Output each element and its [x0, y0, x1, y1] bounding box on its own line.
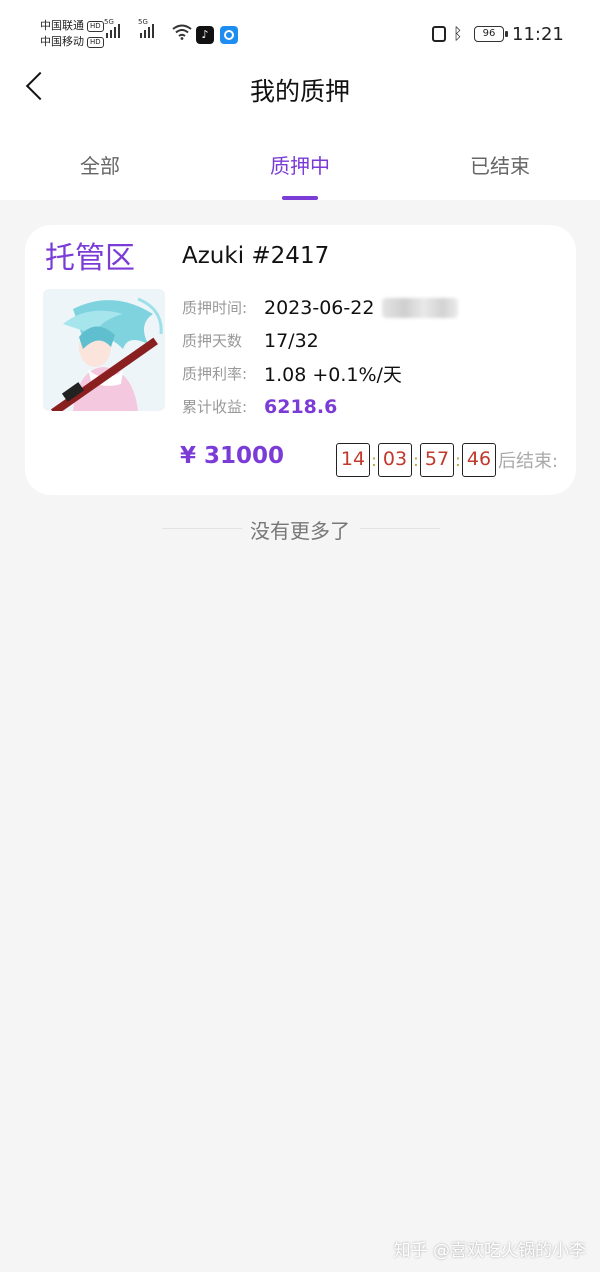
stake-time-row: 质押时间: 2023-06-22 [182, 291, 459, 324]
nft-title: Azuki #2417 [182, 243, 330, 269]
stake-rate-value: 1.08 +0.1%/天 [264, 364, 402, 386]
nft-thumbnail [43, 289, 165, 411]
price: ¥ 31000 [180, 443, 285, 469]
signal-icon: 5G [104, 18, 120, 38]
carrier-1: 中国联通 [40, 19, 84, 32]
no-more-indicator: 没有更多了 [0, 512, 600, 544]
stake-rate-row: 质押利率: 1.08 +0.1%/天 [182, 357, 458, 390]
carrier-info: 中国联通 HD 中国移动 HD [40, 18, 104, 50]
no-more-text: 没有更多了 [250, 519, 350, 543]
countdown-minutes: 03 [378, 443, 412, 477]
stake-rate-label: 质押利率: [182, 365, 248, 383]
hd-badge: HD [87, 20, 104, 32]
blurred-time [382, 297, 459, 318]
clock: 11:21 [512, 24, 564, 45]
countdown-seconds: 57 [420, 443, 454, 477]
header: 我的质押 [0, 56, 600, 118]
countdown-centis: 46 [462, 443, 496, 477]
app-icon [220, 26, 238, 44]
tab-staking[interactable]: 质押中 [200, 118, 400, 200]
tab-ended[interactable]: 已结束 [400, 118, 600, 200]
countdown-suffix: 后结束: [498, 451, 559, 472]
wifi-icon [172, 24, 192, 40]
countdown-timer: 14 : 03 : 57 : 46 后结束: [336, 443, 558, 477]
earnings-row: 累计收益: 6218.6 [182, 390, 458, 423]
stake-days-row: 质押天数 17/32 [182, 324, 458, 357]
carrier-2: 中国移动 [40, 35, 84, 48]
stake-card[interactable]: 托管区 Azuki #2417 质押时间: 2023-06-22 质押天数 17… [25, 225, 576, 495]
watermark: 知乎 @喜欢吃火锅的小李 [393, 1241, 586, 1261]
stake-info: 质押时间: 2023-06-22 质押天数 17/32 质押利率: 1.08 +… [182, 291, 459, 423]
network-type: 5G [138, 18, 148, 26]
stake-time-value: 2023-06-22 [264, 296, 375, 319]
bluetooth-icon: ᛒ [453, 24, 463, 43]
countdown-separator: : [455, 450, 461, 470]
stake-days-label: 质押天数 [182, 332, 243, 350]
status-bar: 中国联通 HD 中国移动 HD 5G 5G ♪ ᛒ 96 11:21 [0, 0, 600, 56]
nfc-icon [432, 26, 446, 42]
countdown-separator: : [371, 450, 377, 470]
countdown-separator: : [413, 450, 419, 470]
signal-icon: 5G [138, 18, 154, 38]
battery-icon: 96 [474, 26, 508, 42]
tab-all[interactable]: 全部 [0, 118, 200, 200]
stake-time-label: 质押时间: [182, 299, 248, 317]
tiktok-icon: ♪ [196, 26, 214, 44]
network-type: 5G [104, 18, 114, 26]
earnings-label: 累计收益: [182, 398, 248, 416]
hd-badge: HD [87, 36, 104, 48]
tab-bar: 全部 质押中 已结束 [0, 118, 600, 200]
zone-label: 托管区 [45, 241, 135, 276]
signal-icons: 5G 5G [104, 18, 154, 38]
page-title: 我的质押 [249, 77, 350, 106]
countdown-hours: 14 [336, 443, 370, 477]
stake-days-value: 17/32 [264, 329, 319, 352]
earnings-value: 6218.6 [264, 395, 338, 418]
